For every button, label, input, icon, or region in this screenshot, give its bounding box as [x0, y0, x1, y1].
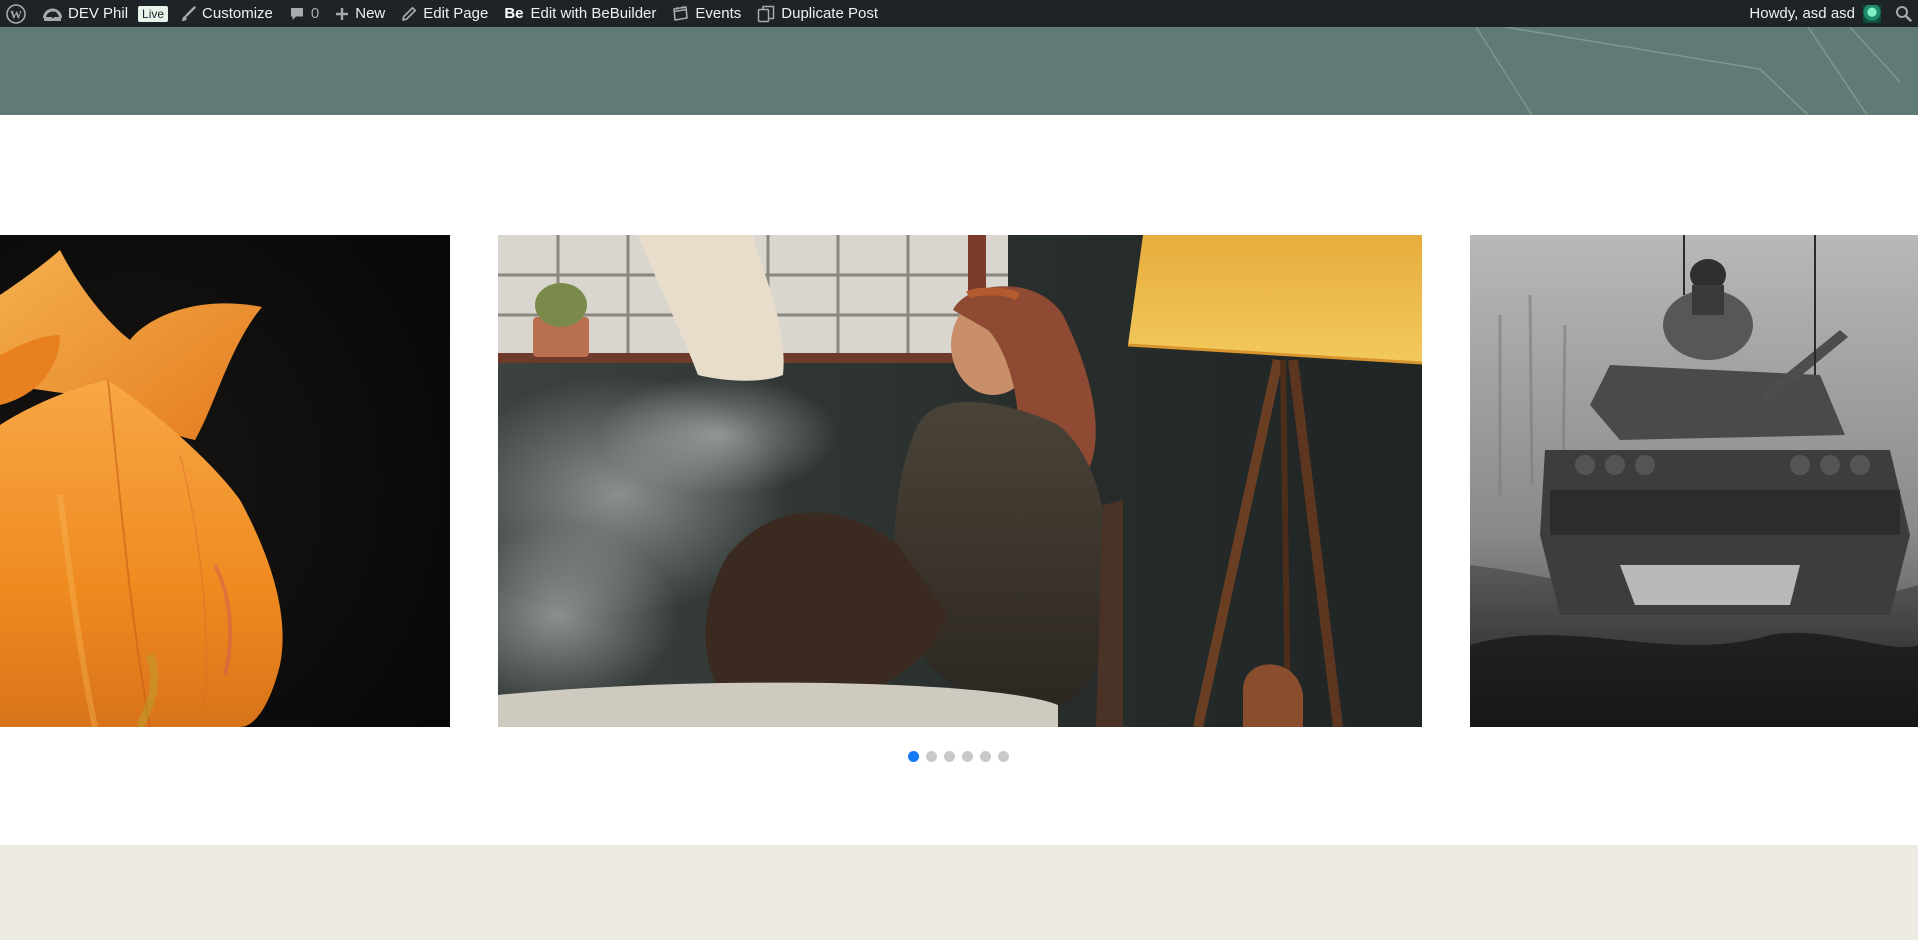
- site-name-label: DEV Phil: [68, 5, 129, 22]
- slide-flower[interactable]: [0, 235, 450, 727]
- wordpress-logo-icon: W: [6, 3, 26, 24]
- new-content-menu[interactable]: New: [327, 0, 393, 27]
- decorative-lines: [1475, 27, 1901, 115]
- comments-count: 0: [310, 5, 320, 22]
- howdy-label: Howdy, asd asd: [1749, 5, 1855, 22]
- search-button[interactable]: [1889, 0, 1918, 27]
- avatar: [1863, 4, 1881, 23]
- slider-dot[interactable]: [944, 751, 955, 762]
- slider-dot[interactable]: [908, 751, 919, 762]
- wordpress-menu[interactable]: W: [0, 0, 35, 27]
- live-badge: Live: [138, 5, 169, 22]
- events-menu[interactable]: Events: [664, 0, 749, 27]
- comments-menu[interactable]: 0: [281, 0, 327, 27]
- slider-pagination: [908, 751, 1009, 762]
- plus-icon: [335, 7, 349, 21]
- customize-label: Customize: [202, 5, 273, 22]
- header-band: [0, 27, 1918, 115]
- customize-menu[interactable]: Customize: [172, 0, 281, 27]
- orange-flower-photo: [0, 235, 450, 727]
- slider-dot[interactable]: [926, 751, 937, 762]
- slider-dot[interactable]: [980, 751, 991, 762]
- new-label: New: [355, 5, 386, 22]
- edit-bebuilder-label: Edit with BeBuilder: [530, 5, 657, 22]
- footer-band: [0, 845, 1918, 940]
- image-slider[interactable]: [0, 235, 1918, 727]
- site-name-menu[interactable]: DEV Phil: [35, 0, 136, 27]
- admin-bar-left: W DEV Phil Live Customize 0 New Edit Pag…: [0, 0, 886, 27]
- edit-bebuilder-menu[interactable]: Be Edit with BeBuilder: [496, 0, 664, 27]
- my-account-menu[interactable]: Howdy, asd asd: [1741, 0, 1889, 27]
- duplicate-post-menu[interactable]: Duplicate Post: [749, 0, 886, 27]
- calendar-icon: [672, 5, 689, 22]
- woman-smoking-by-lamp-photo: [498, 235, 1422, 727]
- edit-page-menu[interactable]: Edit Page: [393, 0, 496, 27]
- dashboard-icon: [43, 6, 62, 22]
- tank-in-mud-photo: [1470, 235, 1918, 727]
- bebuilder-logo-icon: Be: [504, 5, 524, 22]
- search-icon: [1895, 5, 1912, 22]
- slider-dot[interactable]: [962, 751, 973, 762]
- comment-bubble-icon: [289, 6, 305, 22]
- wp-admin-bar: W DEV Phil Live Customize 0 New Edit Pag…: [0, 0, 1918, 27]
- admin-bar-right: Howdy, asd asd: [1741, 0, 1918, 27]
- slide-woman-lamp[interactable]: [498, 235, 1422, 727]
- slider-dot[interactable]: [998, 751, 1009, 762]
- events-label: Events: [695, 5, 742, 22]
- duplicate-icon: [757, 5, 775, 23]
- live-status: Live: [136, 0, 172, 27]
- duplicate-post-label: Duplicate Post: [781, 5, 878, 22]
- paintbrush-icon: [180, 5, 196, 22]
- edit-page-label: Edit Page: [423, 5, 489, 22]
- slide-tank[interactable]: [1470, 235, 1918, 727]
- svg-text:W: W: [10, 7, 22, 21]
- pencil-icon: [401, 6, 417, 22]
